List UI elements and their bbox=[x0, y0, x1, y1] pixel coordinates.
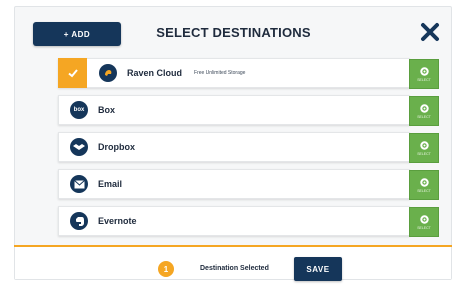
selected-count-label: Destination Selected bbox=[200, 265, 269, 272]
destination-row-email[interactable]: Email SELECT bbox=[58, 169, 439, 200]
select-label: SELECT bbox=[417, 226, 431, 230]
destination-row-evernote[interactable]: Evernote SELECT bbox=[58, 206, 439, 237]
check-icon bbox=[58, 58, 87, 88]
destination-tag: Free Unlimited Storage bbox=[194, 70, 246, 76]
selected-count-badge: 1 bbox=[158, 261, 174, 277]
select-button-box[interactable]: SELECT bbox=[409, 96, 439, 126]
save-button[interactable]: SAVE bbox=[294, 257, 342, 281]
destination-name: Evernote bbox=[98, 216, 137, 226]
raven-cloud-icon bbox=[99, 64, 117, 82]
settings-icon bbox=[419, 104, 429, 113]
destination-row-raven-cloud[interactable]: Raven Cloud Free Unlimited Storage SELEC… bbox=[58, 58, 439, 89]
select-button-evernote[interactable]: SELECT bbox=[409, 207, 439, 237]
settings-icon bbox=[419, 215, 429, 224]
destination-row-dropbox[interactable]: Dropbox SELECT bbox=[58, 132, 439, 163]
footer-bar bbox=[15, 247, 451, 279]
select-label: SELECT bbox=[417, 189, 431, 193]
select-button-email[interactable]: SELECT bbox=[409, 170, 439, 200]
close-icon[interactable] bbox=[416, 18, 444, 46]
select-button-dropbox[interactable]: SELECT bbox=[409, 133, 439, 163]
select-label: SELECT bbox=[417, 152, 431, 156]
destination-name: Raven Cloud bbox=[127, 68, 183, 78]
evernote-icon bbox=[70, 212, 88, 230]
destinations-list: Raven Cloud Free Unlimited Storage SELEC… bbox=[58, 58, 439, 243]
destination-row-box[interactable]: box Box SELECT bbox=[58, 95, 439, 126]
destination-name: Box bbox=[98, 105, 116, 115]
settings-icon bbox=[419, 67, 429, 76]
destination-name: Email bbox=[98, 179, 123, 189]
select-button-raven-cloud[interactable]: SELECT bbox=[409, 59, 439, 89]
settings-icon bbox=[419, 178, 429, 187]
settings-icon bbox=[419, 141, 429, 150]
email-icon bbox=[70, 175, 88, 193]
modal-frame: + ADD SELECT DESTINATIONS Raven Cloud Fr… bbox=[0, 0, 467, 285]
select-label: SELECT bbox=[417, 78, 431, 82]
select-label: SELECT bbox=[417, 115, 431, 119]
box-icon: box bbox=[70, 101, 88, 119]
page-title: SELECT DESTINATIONS bbox=[156, 25, 311, 40]
destination-name: Dropbox bbox=[98, 142, 135, 152]
dropbox-icon bbox=[70, 138, 88, 156]
